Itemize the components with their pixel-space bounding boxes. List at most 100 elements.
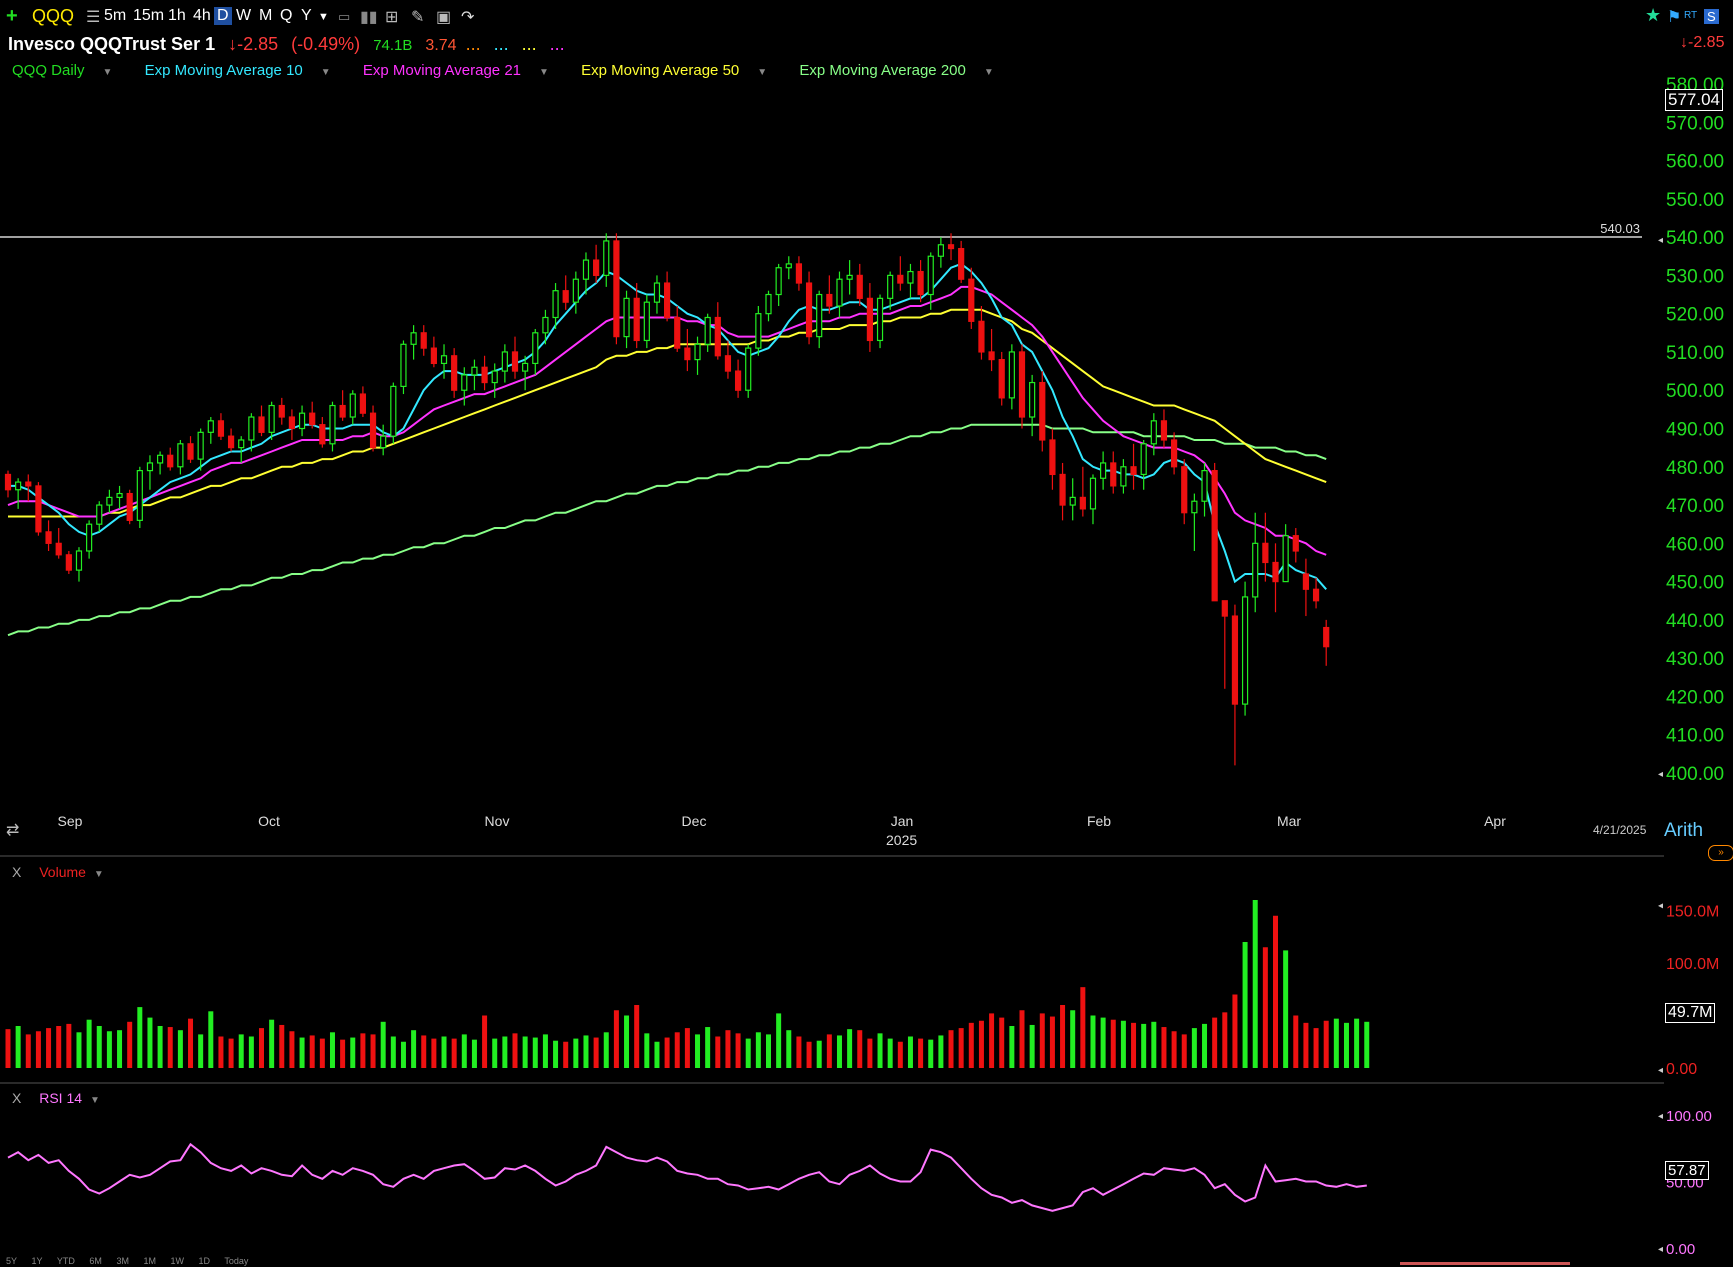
volume-bar bbox=[1354, 1018, 1360, 1068]
volume-bar bbox=[695, 1034, 701, 1068]
period-selector: 5Y 1Y YTD 6M 3M 1M 1W 1D Today bbox=[6, 1256, 260, 1266]
volume-bar bbox=[329, 1032, 335, 1068]
volume-bar bbox=[1009, 1026, 1015, 1068]
candle-body bbox=[1312, 588, 1320, 602]
candle-body bbox=[288, 416, 296, 430]
candle-body bbox=[1160, 420, 1168, 441]
volume-bar bbox=[1242, 942, 1248, 1068]
volume-bar bbox=[1222, 1012, 1228, 1068]
volume-bar bbox=[167, 1027, 173, 1068]
rsi-title[interactable]: RSI 14 bbox=[39, 1090, 82, 1106]
candle-body bbox=[674, 316, 681, 349]
tick-marker: ◂ bbox=[1658, 769, 1663, 780]
volume-bar bbox=[624, 1015, 630, 1068]
time-tick-label: Apr bbox=[1484, 813, 1506, 829]
volume-bar bbox=[1141, 1023, 1147, 1068]
period-ytd[interactable]: YTD bbox=[57, 1256, 75, 1266]
volume-bar bbox=[208, 1011, 214, 1068]
candle-body bbox=[278, 404, 285, 418]
candle-body bbox=[1272, 561, 1279, 583]
time-tick-label: Oct bbox=[258, 813, 280, 829]
price-tick-label: 470.00 bbox=[1666, 496, 1724, 517]
candle-body bbox=[694, 343, 701, 361]
volume-last-label: 49.7M bbox=[1665, 1003, 1716, 1023]
volume-bar bbox=[968, 1022, 974, 1068]
candle-body bbox=[339, 404, 346, 418]
volume-bar bbox=[826, 1034, 832, 1068]
candle-body bbox=[907, 270, 914, 284]
candle-body bbox=[238, 439, 245, 449]
volume-bar bbox=[431, 1038, 437, 1068]
candle-body bbox=[45, 531, 52, 544]
period-3m[interactable]: 3M bbox=[116, 1256, 129, 1266]
period-5y[interactable]: 5Y bbox=[6, 1256, 17, 1266]
scale-mode[interactable]: Arith bbox=[1664, 820, 1703, 842]
volume-bar bbox=[1303, 1022, 1309, 1068]
candle-body bbox=[461, 374, 468, 391]
time-tick-label: Nov bbox=[485, 813, 510, 829]
volume-bar bbox=[15, 1026, 21, 1068]
period-6m[interactable]: 6M bbox=[89, 1256, 102, 1266]
last-price-label: 577.04 bbox=[1665, 89, 1723, 111]
candle-body bbox=[501, 351, 508, 372]
volume-bar bbox=[461, 1034, 467, 1068]
candle-body bbox=[116, 492, 123, 499]
volume-bar bbox=[1262, 947, 1268, 1068]
candle-body bbox=[1150, 420, 1157, 445]
volume-bar bbox=[573, 1038, 579, 1068]
close-rsi-button[interactable]: X bbox=[12, 1090, 21, 1106]
candle-body bbox=[1201, 470, 1208, 502]
volume-bar bbox=[897, 1041, 903, 1068]
volume-tick-label: 100.0M bbox=[1666, 956, 1719, 973]
volume-bar bbox=[978, 1020, 984, 1068]
candle-body bbox=[765, 293, 772, 315]
period-today[interactable]: Today bbox=[224, 1256, 248, 1266]
candle-body bbox=[258, 416, 265, 433]
volume-title[interactable]: Volume bbox=[39, 864, 86, 880]
volume-bar bbox=[319, 1038, 325, 1068]
volume-bar bbox=[999, 1017, 1005, 1068]
close-volume-button[interactable]: X bbox=[12, 864, 21, 880]
candle-body bbox=[1302, 573, 1310, 590]
volume-bar bbox=[634, 1005, 640, 1068]
sync-icon[interactable]: ⇄ bbox=[6, 820, 19, 840]
scroll-right-button[interactable]: » bbox=[1708, 845, 1733, 861]
volume-bar bbox=[583, 1035, 589, 1068]
volume-bar bbox=[370, 1034, 376, 1068]
candle-body bbox=[481, 366, 488, 384]
price-chart[interactable]: 540.03 580.00570.00560.00550.00540.00530… bbox=[0, 0, 1733, 1267]
volume-bar bbox=[857, 1030, 863, 1068]
time-tick-label: Jan bbox=[891, 813, 914, 829]
time-year: 2025 bbox=[886, 832, 918, 848]
volume-bar bbox=[86, 1019, 92, 1068]
period-1y[interactable]: 1Y bbox=[32, 1256, 43, 1266]
chevron-down-icon[interactable]: ▼ bbox=[90, 1095, 100, 1106]
candle-body bbox=[755, 313, 762, 349]
tick-marker: ◂ bbox=[1658, 901, 1663, 912]
candle-body bbox=[968, 278, 975, 322]
candle-body bbox=[1211, 470, 1218, 602]
candle-body bbox=[410, 332, 417, 345]
candle-body bbox=[1008, 351, 1015, 399]
period-1d[interactable]: 1D bbox=[199, 1256, 211, 1266]
chevron-down-icon[interactable]: ▼ bbox=[94, 869, 104, 880]
period-1w[interactable]: 1W bbox=[171, 1256, 185, 1266]
volume-bar bbox=[157, 1026, 163, 1068]
candle-body bbox=[86, 523, 93, 552]
volume-bar bbox=[400, 1041, 406, 1068]
candle-body bbox=[1120, 466, 1127, 487]
period-1m[interactable]: 1M bbox=[143, 1256, 156, 1266]
volume-bar bbox=[512, 1033, 518, 1068]
candle-body bbox=[35, 485, 42, 533]
scroll-bar[interactable] bbox=[1400, 1262, 1570, 1265]
candle-body bbox=[1252, 542, 1259, 598]
volume-bar bbox=[664, 1037, 670, 1068]
candle-body bbox=[400, 343, 407, 387]
candle-body bbox=[96, 504, 103, 525]
volume-bar bbox=[1273, 915, 1278, 1068]
hline-label: 540.03 bbox=[1600, 221, 1640, 236]
candle-body bbox=[227, 435, 235, 449]
volume-bar bbox=[1019, 1010, 1025, 1068]
candle-body bbox=[1231, 615, 1239, 705]
volume-bar bbox=[106, 1031, 112, 1068]
